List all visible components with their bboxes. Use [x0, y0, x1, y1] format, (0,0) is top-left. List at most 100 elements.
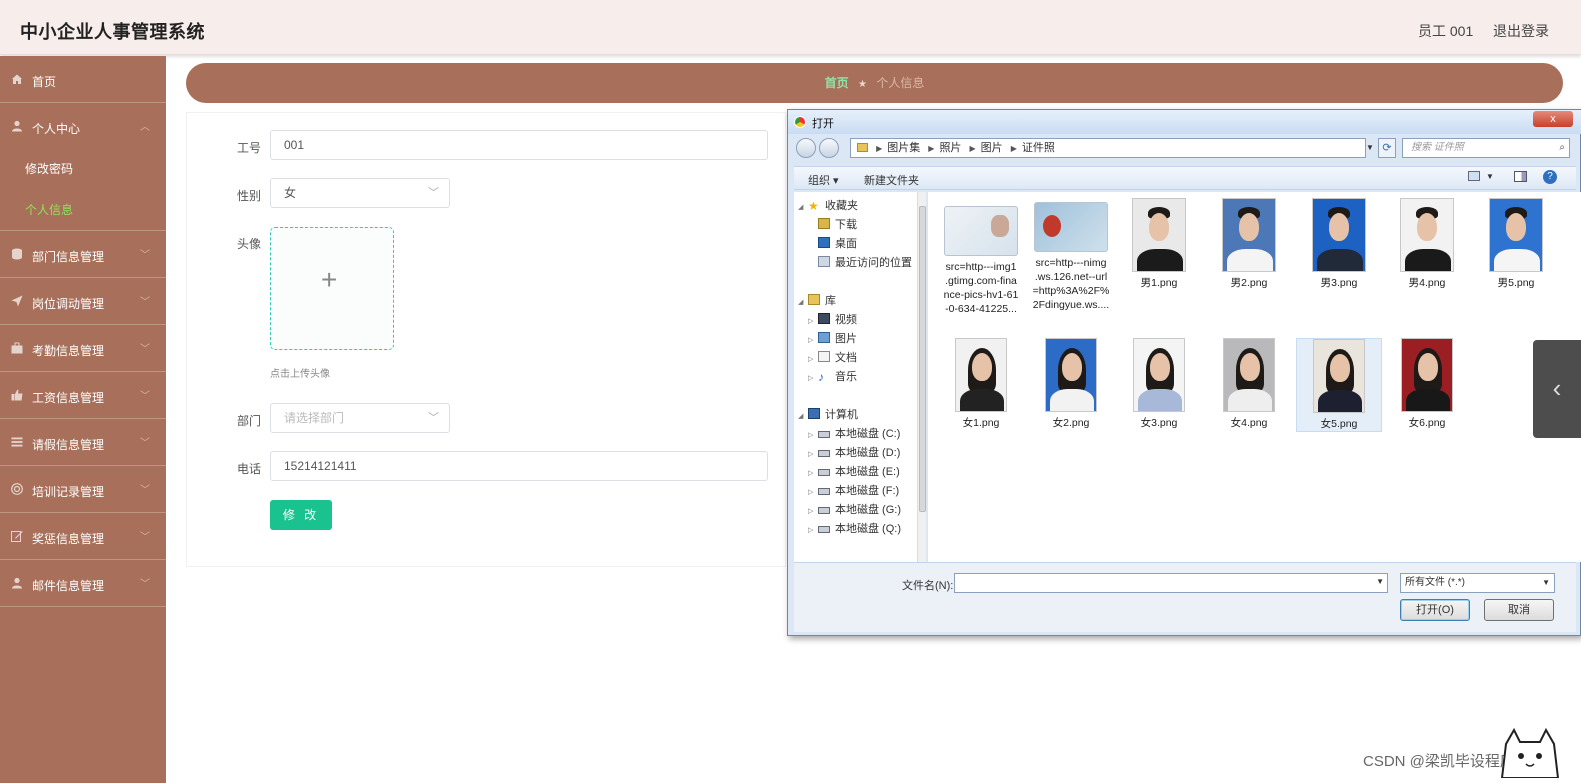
sidebar-item-label: 个人中心: [32, 122, 81, 136]
filename-input[interactable]: ▼: [954, 573, 1388, 593]
tree-expander-icon[interactable]: ◢: [798, 200, 806, 216]
tree-expander-icon[interactable]: ▷: [808, 333, 816, 349]
cancel-button[interactable]: 取消: [1484, 599, 1554, 621]
view-options-icon[interactable]: [1468, 171, 1480, 181]
sidebar-item-label: 奖惩信息管理: [32, 532, 105, 546]
tree-expander-icon[interactable]: ◢: [798, 409, 806, 425]
submit-button[interactable]: 修 改: [270, 500, 332, 530]
tree-expander-icon[interactable]: ▷: [808, 428, 816, 444]
sidebar-item-training[interactable]: 培训记录管理 ﹀: [0, 466, 166, 513]
sidebar-item-personal-center[interactable]: 个人中心 ︿: [0, 103, 166, 150]
file-item[interactable]: 女2.png: [1028, 338, 1114, 430]
downloads-folder-icon: [818, 218, 830, 229]
tree-downloads[interactable]: 下载: [818, 217, 857, 233]
nav-scrollbar[interactable]: [917, 192, 926, 562]
chevron-down-icon: ﹀: [140, 344, 150, 355]
portrait-thumbnail: [1223, 338, 1275, 412]
tree-expander-icon[interactable]: ▷: [808, 352, 816, 368]
employee-no-field[interactable]: 001: [270, 130, 768, 160]
chevron-down-icon[interactable]: ▼: [1376, 577, 1384, 586]
chevron-right-icon: ▶: [1010, 144, 1017, 153]
tree-library[interactable]: ◢ 库: [798, 293, 836, 309]
preview-pane-icon[interactable]: [1514, 171, 1527, 182]
tree-drive-f[interactable]: ▷ 本地磁盘 (F:): [808, 483, 899, 499]
tree-expander-icon[interactable]: ▷: [808, 504, 816, 520]
briefcase-icon: [11, 342, 23, 354]
path-segment[interactable]: 证件照: [1022, 142, 1055, 154]
dialog-titlebar[interactable]: 打开 x: [788, 110, 1581, 134]
tree-computer[interactable]: ◢ 计算机: [798, 407, 858, 423]
refresh-icon[interactable]: ⟳: [1378, 138, 1396, 158]
logout-link[interactable]: 退出登录: [1493, 21, 1549, 41]
breadcrumb-current: 个人信息: [876, 76, 925, 90]
back-button[interactable]: [796, 138, 816, 158]
open-button[interactable]: 打开(O): [1400, 599, 1470, 621]
file-item[interactable]: 男1.png: [1116, 198, 1202, 290]
tree-documents[interactable]: ▷ 文档: [808, 350, 857, 366]
sidebar-item-attendance[interactable]: 考勤信息管理 ﹀: [0, 325, 166, 372]
sidebar-item-home[interactable]: 首页: [0, 56, 166, 103]
search-input[interactable]: 搜索 证件照 ⌕: [1402, 138, 1570, 158]
dept-select[interactable]: 请选择部门 ﹀: [270, 403, 450, 433]
help-icon[interactable]: ?: [1543, 170, 1557, 184]
sidebar-item-mail[interactable]: 邮件信息管理 ﹀: [0, 560, 166, 607]
close-button[interactable]: x: [1533, 111, 1573, 127]
path-segment[interactable]: 图片: [981, 142, 1003, 154]
file-item[interactable]: 女5.png: [1296, 338, 1382, 432]
star-icon: ★: [808, 199, 819, 213]
tree-favorites[interactable]: ◢ ★ 收藏夹: [798, 198, 858, 214]
sidebar-item-leave[interactable]: 请假信息管理 ﹀: [0, 419, 166, 466]
tree-drive-g[interactable]: ▷ 本地磁盘 (G:): [808, 502, 901, 518]
tree-music[interactable]: ▷ ♪ 音乐: [808, 369, 857, 385]
file-item[interactable]: 男4.png: [1384, 198, 1470, 290]
chevron-down-icon[interactable]: ▼: [1486, 172, 1494, 181]
file-item[interactable]: src=http---nimg .ws.126.net--url =http%3…: [1028, 198, 1114, 312]
forward-button[interactable]: [819, 138, 839, 158]
new-folder-button[interactable]: 新建文件夹: [864, 172, 919, 188]
file-item[interactable]: 男5.png: [1473, 198, 1559, 290]
tree-videos[interactable]: ▷ 视频: [808, 312, 857, 328]
tree-expander-icon[interactable]: ▷: [808, 447, 816, 463]
tree-drive-c[interactable]: ▷ 本地磁盘 (C:): [808, 426, 900, 442]
tree-desktop[interactable]: 桌面: [818, 236, 857, 252]
address-bar[interactable]: ▶ 图片集 ▶ 照片 ▶ 图片 ▶ 证件照: [850, 138, 1366, 158]
tree-expander-icon[interactable]: ▷: [808, 371, 816, 387]
path-segment[interactable]: 照片: [939, 142, 961, 154]
tree-expander-icon[interactable]: ▷: [808, 485, 816, 501]
sidebar-item-reward[interactable]: 奖惩信息管理 ﹀: [0, 513, 166, 560]
file-item[interactable]: 女4.png: [1206, 338, 1292, 430]
file-item[interactable]: 女1.png: [938, 338, 1024, 430]
tree-expander-icon[interactable]: ▷: [808, 314, 816, 330]
tree-drive-q[interactable]: ▷ 本地磁盘 (Q:): [808, 521, 901, 537]
drive-icon: [818, 431, 830, 438]
file-item[interactable]: 女6.png: [1384, 338, 1470, 430]
organize-menu[interactable]: 组织 ▾: [808, 172, 839, 188]
sidebar-item-transfer[interactable]: 岗位调动管理 ﹀: [0, 278, 166, 325]
gender-select[interactable]: 女 ﹀: [270, 178, 450, 208]
sidebar-sub-change-password[interactable]: 修改密码: [0, 148, 166, 188]
tree-drive-d[interactable]: ▷ 本地磁盘 (D:): [808, 445, 900, 461]
sidebar-item-salary[interactable]: 工资信息管理 ﹀: [0, 372, 166, 419]
avatar-upload[interactable]: +: [270, 227, 394, 350]
file-item[interactable]: src=http---img1 .gtimg.com-fina nce-pics…: [938, 198, 1024, 316]
tree-recent[interactable]: 最近访问的位置: [818, 255, 912, 271]
tree-expander-icon[interactable]: ▷: [808, 523, 816, 539]
file-item[interactable]: 男3.png: [1296, 198, 1382, 290]
tree-expander-icon[interactable]: ◢: [798, 295, 806, 311]
phone-field[interactable]: 15214121411: [270, 451, 768, 481]
scrollbar-thumb[interactable]: [919, 206, 926, 512]
side-panel-toggle[interactable]: ‹: [1533, 340, 1581, 438]
file-item[interactable]: 女3.png: [1116, 338, 1202, 430]
file-item[interactable]: 男2.png: [1206, 198, 1292, 290]
breadcrumb-home[interactable]: 首页: [825, 76, 849, 90]
file-type-select[interactable]: 所有文件 (*.*) ▼: [1400, 573, 1555, 593]
sidebar-item-label: 部门信息管理: [32, 250, 105, 264]
tree-drive-e[interactable]: ▷ 本地磁盘 (E:): [808, 464, 900, 480]
sidebar-item-dept[interactable]: 部门信息管理 ﹀: [0, 231, 166, 278]
sidebar-sub-personal-info[interactable]: 个人信息: [0, 189, 166, 229]
tree-pictures[interactable]: ▷ 图片: [808, 331, 857, 347]
address-dropdown-icon[interactable]: ▼: [1364, 138, 1376, 158]
avatar-hint: 点击上传头像: [270, 369, 330, 380]
tree-expander-icon[interactable]: ▷: [808, 466, 816, 482]
path-segment[interactable]: 图片集: [887, 142, 920, 154]
